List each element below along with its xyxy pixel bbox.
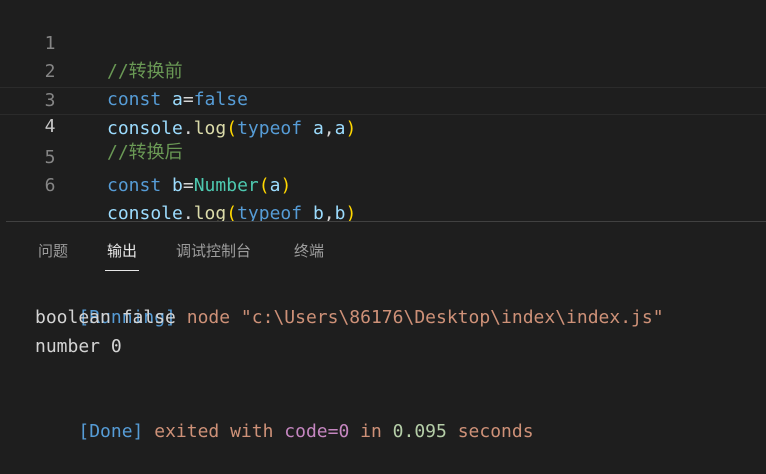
code-token: b: [172, 175, 183, 196]
tab-debug-console[interactable]: 调试控制台: [176, 240, 251, 272]
output-done-line: [Done] exited with code=0 in 0.095 secon…: [35, 390, 533, 442]
code-token: ): [280, 175, 292, 196]
tab-problems[interactable]: 问题: [38, 240, 68, 272]
done-in-text: in: [349, 421, 393, 442]
panel-tabs: 问题 输出 调试控制台 终端: [0, 222, 766, 274]
code-token: a: [269, 175, 281, 196]
code-line[interactable]: 2 const a=false: [0, 30, 766, 110]
code-line-current[interactable]: 4 //转换后: [0, 87, 766, 163]
output-line: boolean false: [35, 307, 176, 328]
code-content: const b=Number(a): [107, 172, 291, 200]
tab-terminal[interactable]: 终端: [294, 240, 324, 272]
output-line: number 0: [35, 336, 122, 357]
code-token: Number: [193, 175, 259, 196]
done-exited-text: exited with: [143, 421, 285, 442]
bottom-panel: 问题 输出 调试控制台 终端 [Running] node "c:\Users\…: [0, 222, 766, 446]
output-running-line: [Running] node "c:\Users\86176\Desktop\i…: [35, 276, 663, 328]
done-tag: [Done]: [78, 421, 144, 442]
tab-output[interactable]: 输出: [104, 240, 140, 272]
code-token: (: [258, 175, 270, 196]
seconds-text: seconds: [446, 421, 534, 442]
exit-code: code=0: [284, 421, 350, 442]
code-token: =: [182, 175, 194, 196]
code-line[interactable]: 1 //转换前: [0, 2, 766, 82]
code-line[interactable]: 6 console.log(typeof b,b): [0, 144, 766, 224]
code-line[interactable]: 5 const b=Number(a): [0, 116, 766, 196]
code-editor[interactable]: 1 //转换前 2 const a=false 3 console.log(ty…: [0, 0, 766, 224]
code-line[interactable]: 3 console.log(typeof a,a): [0, 59, 766, 139]
line-number: 6: [44, 175, 56, 196]
code-token: const: [107, 175, 162, 196]
running-command: node "c:\Users\86176\Desktop\index\index…: [175, 307, 664, 328]
elapsed-time: 0.095: [392, 421, 447, 442]
